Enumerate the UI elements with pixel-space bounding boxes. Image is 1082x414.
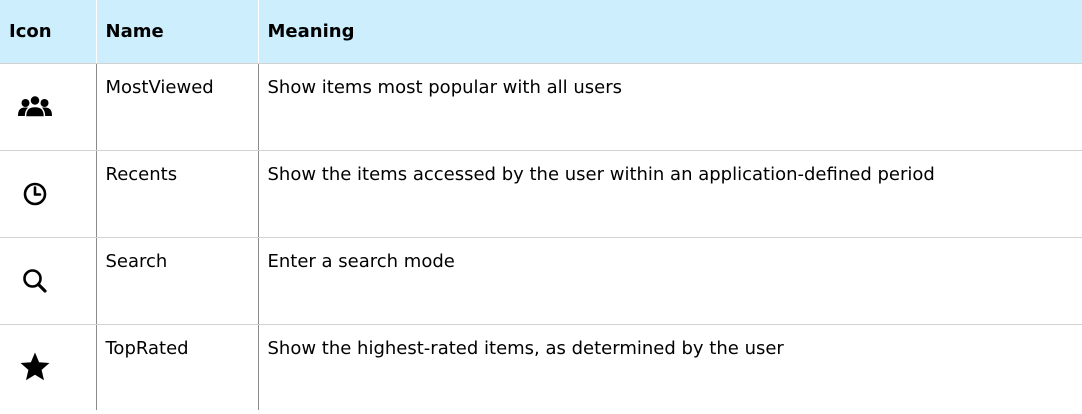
header-meaning: Meaning (257, 0, 1082, 64)
row-meaning: Show the items accessed by the user with… (257, 150, 1082, 238)
row-name: Search (95, 237, 258, 325)
table-row: MostViewed Show items most popular with … (0, 63, 1082, 151)
table-row: TopRated Show the highest-rated items, a… (0, 324, 1082, 410)
table-row: Search Enter a search mode (0, 237, 1082, 325)
search-magnifier-icon (17, 263, 53, 299)
icon-cell (0, 150, 96, 238)
star-icon (17, 349, 53, 385)
row-name: Recents (95, 150, 258, 238)
icon-cell (0, 63, 96, 151)
clock-icon (17, 176, 53, 212)
row-meaning: Enter a search mode (257, 237, 1082, 325)
header-icon: Icon (0, 0, 96, 64)
icon-cell (0, 237, 96, 325)
row-meaning: Show items most popular with all users (257, 63, 1082, 151)
row-name: TopRated (95, 324, 258, 410)
icon-reference-table: Icon Name Meaning MostViewed Show items … (0, 0, 1082, 410)
table-header-row: Icon Name Meaning (0, 0, 1082, 64)
icon-cell (0, 324, 96, 410)
most-viewed-people-icon (17, 89, 53, 125)
row-meaning: Show the highest-rated items, as determi… (257, 324, 1082, 410)
table-row: Recents Show the items accessed by the u… (0, 150, 1082, 238)
header-name: Name (95, 0, 258, 64)
row-name: MostViewed (95, 63, 258, 151)
